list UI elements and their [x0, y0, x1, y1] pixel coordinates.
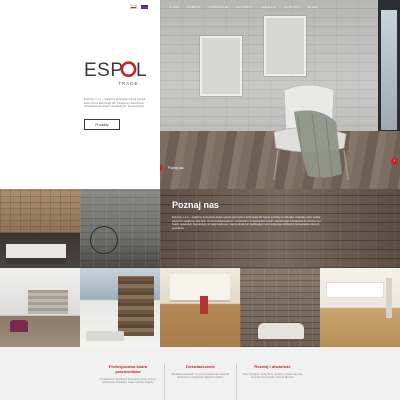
- gallery-image-loft[interactable]: [0, 268, 80, 347]
- about-text: Espol sp. z o.o. – wyłączny dystrybutor …: [172, 216, 322, 230]
- nav-item-gallery[interactable]: GALERIA: [262, 5, 276, 9]
- gallery-image-living-room[interactable]: [80, 189, 160, 268]
- feature-title: Profesjonalna kadra pracowników: [108, 364, 148, 374]
- feature-text: Wieloletnia obecność na rynku pozwala na…: [171, 373, 230, 380]
- nav-item-inspirations[interactable]: INSPIRACJE: [208, 5, 228, 9]
- intro-text: Espol sp. z o.o. – wyłączny dystrybutor …: [84, 98, 146, 109]
- feature-growth: Rozwój i otwartość Stale rozwijamy naszą…: [236, 364, 308, 400]
- gallery-image-lounge[interactable]: [240, 268, 320, 347]
- feature-staff: Profesjonalna kadra pracowników Doświadc…: [92, 364, 164, 400]
- hero-chair-image: [273, 84, 349, 181]
- gallery-image-fireplace[interactable]: [80, 268, 160, 347]
- gallery-image-bedroom[interactable]: [0, 189, 80, 268]
- feature-experience: Doświadczenie Wieloletnia obecność na ry…: [164, 364, 236, 400]
- feature-text: Doświadczeni, wyszkoleni pracownicy służ…: [99, 378, 157, 385]
- arrow-right-icon[interactable]: ›: [391, 158, 398, 165]
- features-section: Profesjonalna kadra pracowników Doświadc…: [0, 347, 400, 400]
- feature-text: Stale rozwijamy naszą ofertę i jesteśmy …: [242, 373, 303, 380]
- feature-title: Rozwój i otwartość: [254, 364, 291, 369]
- hero-picture-frame: [200, 36, 242, 96]
- hero-picture-frame: [264, 16, 306, 76]
- svg-text:ESP: ESP: [84, 60, 124, 81]
- svg-text:L: L: [136, 60, 147, 81]
- nav-item-contact[interactable]: KONTAKT: [284, 5, 299, 9]
- about-section: Poznaj nas Espol sp. z o.o. – wyłączny d…: [160, 189, 400, 268]
- nav-item-shop[interactable]: SKLEP: [307, 5, 318, 9]
- language-switcher: [130, 5, 148, 9]
- main-nav: O NAS OFERTA INSPIRACJE PROJEKTY GALERIA…: [160, 0, 400, 14]
- gallery-image-kitchen[interactable]: [160, 268, 240, 347]
- flag-pl-icon[interactable]: [130, 5, 137, 9]
- hero-slider: ‹ ›: [160, 0, 400, 189]
- espol-logo[interactable]: ESP L TRADE: [84, 56, 150, 88]
- intro-panel: ESP L TRADE Espol sp. z o.o. – wyłączny …: [0, 0, 160, 189]
- nav-item-offer[interactable]: OFERTA: [187, 5, 200, 9]
- feature-title: Doświadczenie: [186, 364, 215, 369]
- products-button[interactable]: Produkty: [84, 119, 120, 130]
- hero-caption[interactable]: Poznaj nas: [168, 166, 184, 170]
- gallery-image-bathroom[interactable]: [320, 268, 400, 347]
- about-title: Poznaj nas: [172, 200, 220, 210]
- svg-text:TRADE: TRADE: [118, 81, 139, 86]
- nav-item-projects[interactable]: PROJEKTY: [236, 5, 253, 9]
- flag-en-icon[interactable]: [141, 5, 148, 9]
- nav-item-about[interactable]: O NAS: [169, 5, 179, 9]
